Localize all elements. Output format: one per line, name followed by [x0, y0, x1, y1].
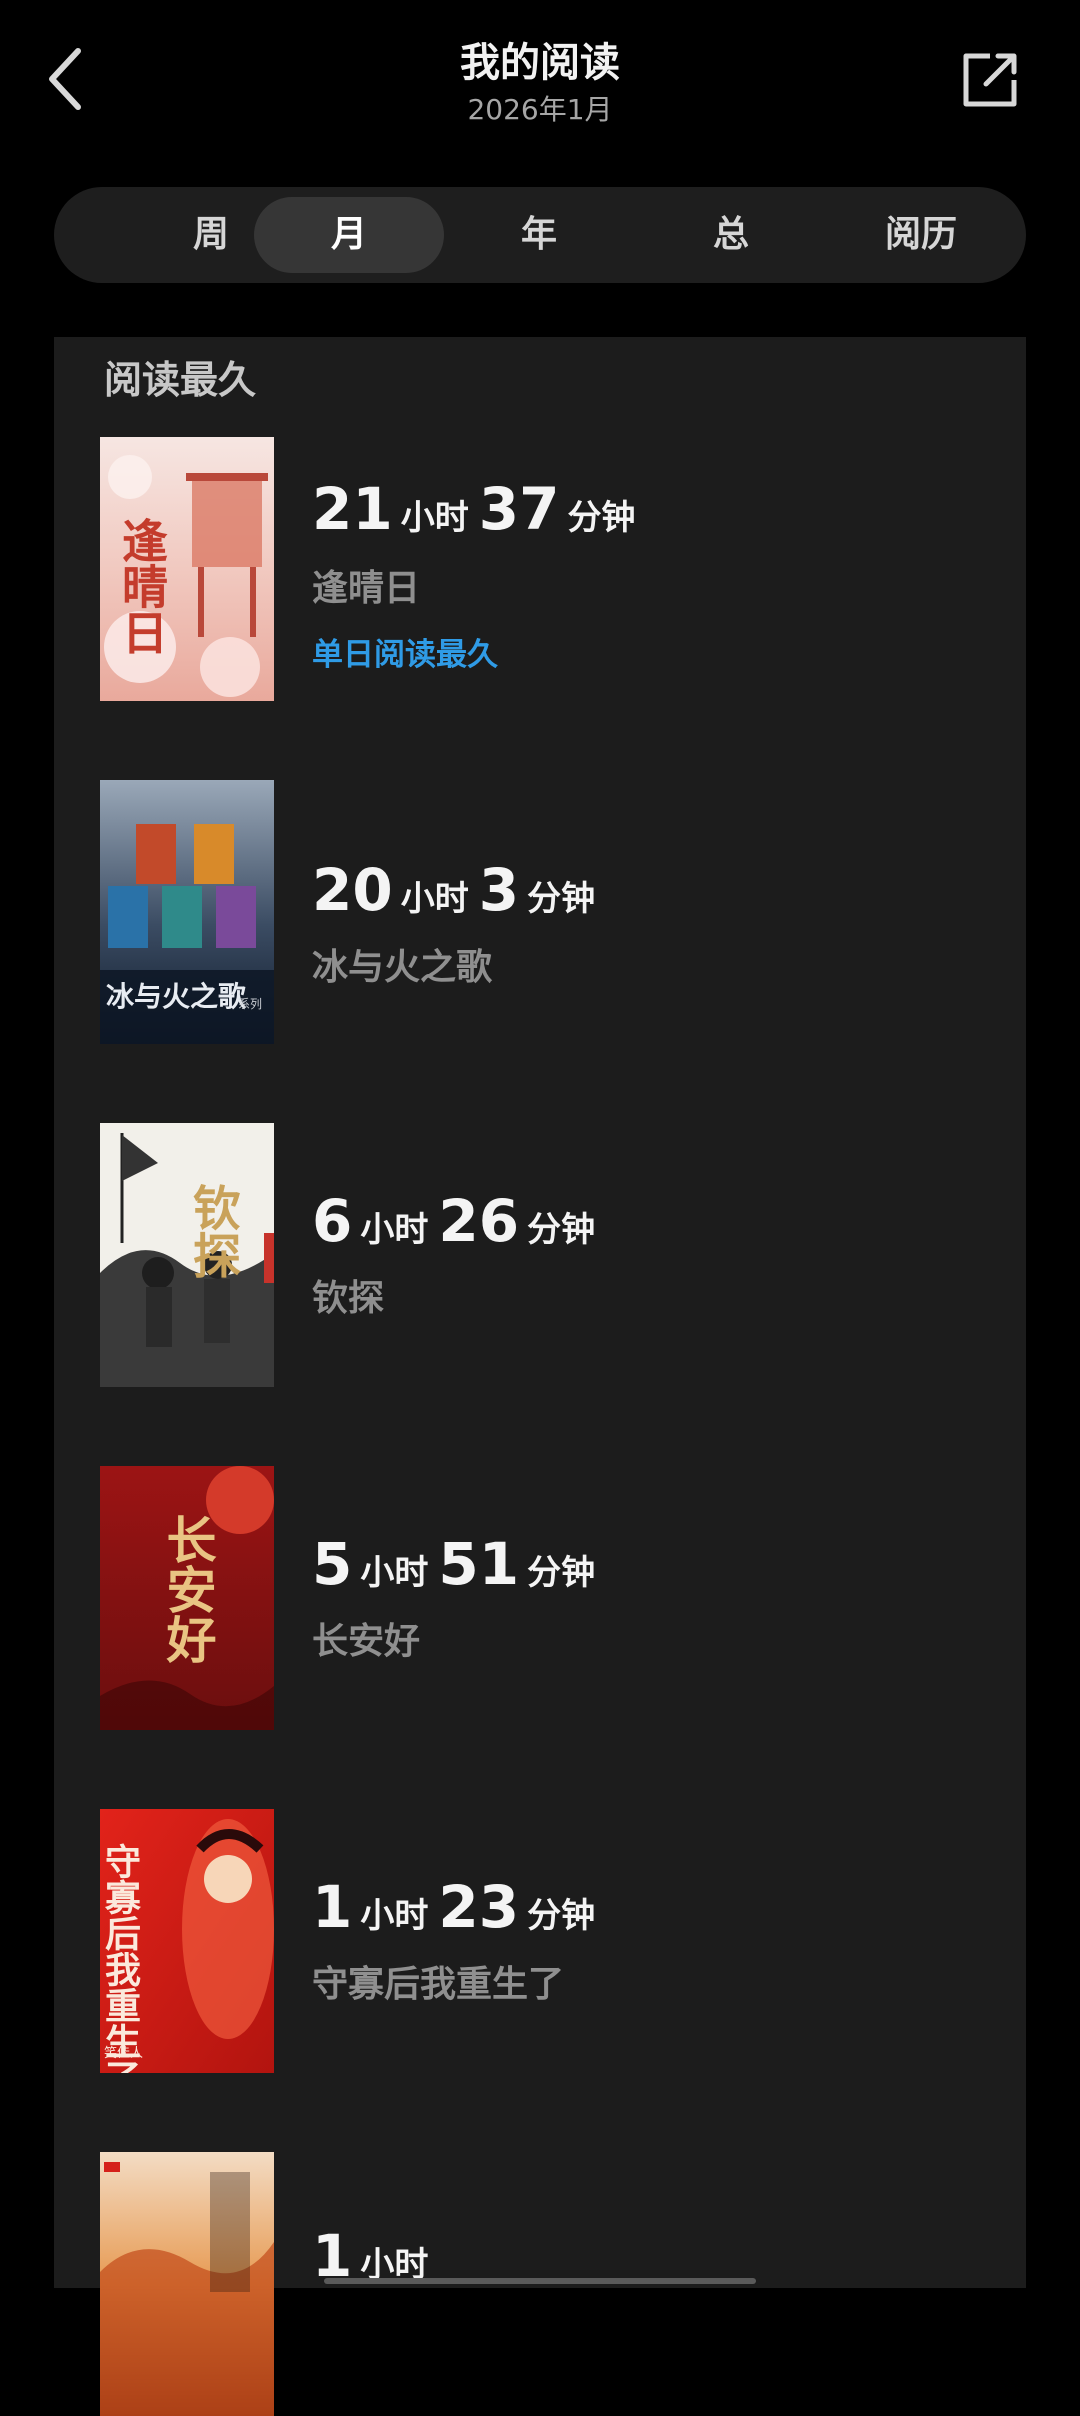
page-subtitle: 2026年1月	[467, 93, 613, 126]
cover-author-text: 笑佳人	[104, 2045, 143, 2061]
reading-time: 5 小时 51 分钟	[312, 1530, 605, 1598]
book-cover: 钦探	[100, 1123, 274, 1387]
reading-time: 21 小时 37 分钟	[312, 475, 645, 543]
minute-unit: 分钟	[527, 1896, 596, 1936]
tab-total[interactable]: 总	[636, 197, 826, 273]
cover-title-text: 守寡后我重生了	[100, 1843, 142, 2073]
book-cover: 守寡后我重生了 笑佳人	[100, 1809, 274, 2073]
minute-unit: 分钟	[567, 498, 636, 538]
cover-title-text: 冰与火之歌	[106, 980, 247, 1013]
record-badge: 单日阅读最久	[312, 637, 498, 673]
hour-unit: 小时	[360, 1210, 429, 1250]
share-external-icon	[963, 53, 1017, 107]
hour-unit: 小时	[360, 1896, 429, 1936]
hour-unit: 小时	[400, 879, 469, 919]
hours-value: 20	[312, 856, 393, 924]
reading-longest-panel: 阅读最久 逢晴日 21 小时 37 分钟 逢晴日 单日阅读最久 冰与火之歌 系列…	[54, 337, 1026, 2416]
book-cover: 长安好	[100, 1466, 274, 1730]
tab-year[interactable]: 年	[444, 197, 634, 273]
tab-month[interactable]: 月	[254, 197, 444, 273]
book-card[interactable]: 钦探 6 小时 26 分钟 钦探	[100, 1123, 717, 1387]
cover-series-text: 系列	[238, 997, 262, 1011]
section-title: 阅读最久	[104, 358, 257, 402]
minute-unit: 分钟	[527, 1553, 596, 1593]
book-title: 长安好	[312, 1621, 421, 1662]
book-card[interactable]: 逢晴日 21 小时 37 分钟 逢晴日 单日阅读最久	[100, 437, 980, 701]
book-title: 守寡后我重生了	[312, 1964, 565, 2005]
book-title: 逢晴日	[312, 568, 421, 609]
book-cover: 冰与火之歌 系列	[100, 780, 274, 1044]
reading-time: 1 小时 23 分钟	[312, 1873, 605, 1941]
minutes-value: 51	[438, 1530, 520, 1598]
minute-unit: 分钟	[527, 879, 596, 919]
book-title: 钦探	[312, 1278, 385, 1319]
tab-history[interactable]: 阅历	[826, 197, 1016, 273]
hours-value: 6	[312, 1187, 353, 1255]
book-card[interactable]: 长安好 5 小时 51 分钟 长安好	[100, 1466, 708, 1730]
home-indicator[interactable]	[324, 2278, 756, 2284]
minutes-value: 26	[438, 1187, 520, 1255]
page-title: 我的阅读	[460, 40, 620, 86]
reading-time: 20 小时 3 分钟	[312, 856, 605, 924]
hours-value: 21	[312, 475, 393, 543]
cover-title-text: 钦探	[184, 1183, 241, 1279]
book-cover	[100, 2152, 274, 2416]
book-card[interactable]: 守寡后我重生了 笑佳人 1 小时 23 分钟 守寡后我重生了	[100, 1809, 630, 2073]
hours-value: 1	[312, 1873, 353, 1941]
book-cover: 逢晴日	[100, 437, 274, 701]
reading-time: 6 小时 26 分钟	[312, 1187, 605, 1255]
minutes-value: 3	[478, 856, 520, 924]
header: 我的阅读 2026年1月	[0, 0, 1080, 160]
minutes-value: 23	[438, 1873, 520, 1941]
cover-title-text: 长安好	[159, 1514, 218, 1664]
book-title: 冰与火之歌	[312, 947, 493, 988]
period-tabs: 周 月 年 总 阅历	[54, 187, 1026, 283]
share-button[interactable]	[960, 50, 1020, 110]
book-card[interactable]: 1 小时	[100, 2152, 622, 2416]
hours-value: 5	[312, 1530, 353, 1598]
minute-unit: 分钟	[527, 1210, 596, 1250]
hour-unit: 小时	[400, 498, 469, 538]
book-card[interactable]: 冰与火之歌 系列 20 小时 3 分钟 冰与火之歌	[100, 780, 953, 1044]
hour-unit: 小时	[360, 1553, 429, 1593]
minutes-value: 37	[478, 475, 560, 543]
cover-title-text: 逢晴日	[115, 517, 169, 655]
